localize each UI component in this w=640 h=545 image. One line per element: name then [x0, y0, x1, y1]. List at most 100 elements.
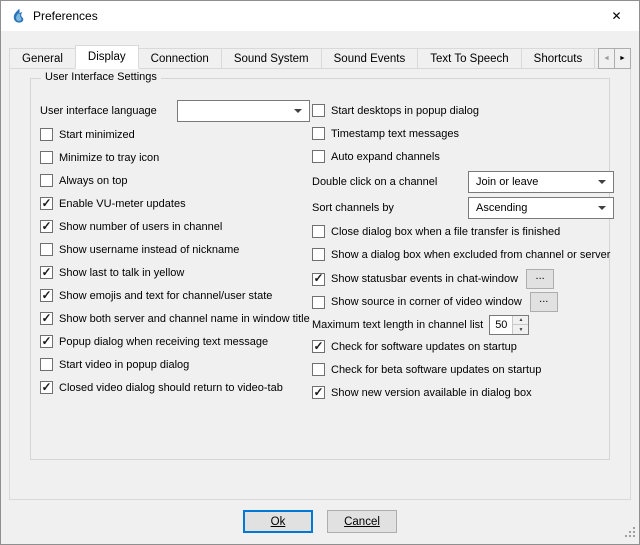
checkbox[interactable]	[40, 151, 53, 164]
sort-channels-row: Sort channels by Ascending	[312, 197, 614, 219]
checkbox-label: Show last to talk in yellow	[59, 267, 184, 279]
arrow-right-icon: ►	[619, 55, 626, 62]
tab-label: Sound Events	[334, 53, 406, 65]
checkbox-label: Close dialog box when a file transfer is…	[331, 226, 560, 238]
checkbox[interactable]	[40, 220, 53, 233]
footer: Ok Cancel	[1, 510, 639, 533]
checkbox[interactable]	[40, 289, 53, 302]
checkbox-label: Always on top	[59, 175, 127, 187]
checkbox-label: Show emojis and text for channel/user st…	[59, 290, 272, 302]
setting-row: Timestamp text messages	[312, 125, 614, 142]
checkbox-label: Show new version available in dialog box	[331, 387, 532, 399]
ok-button-label: Ok	[271, 516, 286, 528]
checkbox[interactable]	[312, 248, 325, 261]
sort-channels-value: Ascending	[476, 202, 590, 214]
close-button[interactable]: ✕	[594, 1, 639, 31]
setting-row: Start desktops in popup dialog	[312, 102, 614, 119]
checkbox[interactable]	[312, 127, 325, 140]
setting-row: Always on top	[40, 172, 310, 189]
setting-row: Close dialog box when a file transfer is…	[312, 223, 614, 240]
checkbox[interactable]	[40, 381, 53, 394]
cancel-button-label: Cancel	[344, 516, 380, 528]
checkbox[interactable]	[312, 340, 325, 353]
user-interface-settings-group: User Interface Settings User interface l…	[30, 78, 610, 460]
tab-sound-system[interactable]: Sound System	[221, 48, 322, 69]
checkbox[interactable]	[312, 104, 325, 117]
spinner-up-icon[interactable]: ▲	[513, 316, 528, 325]
max-text-length-spinner[interactable]: 50 ▲ ▼	[489, 315, 529, 335]
setting-row: Check for beta software updates on start…	[312, 361, 614, 378]
spinner-down-icon[interactable]: ▼	[513, 325, 528, 334]
cancel-button[interactable]: Cancel	[327, 510, 397, 533]
chevron-down-icon	[294, 109, 302, 113]
app-icon	[10, 8, 26, 24]
max-text-length-label: Maximum text length in channel list	[312, 319, 483, 331]
setting-row: Closed video dialog should return to vid…	[40, 379, 310, 396]
double-click-row: Double click on a channel Join or leave	[312, 171, 614, 193]
max-text-length-row: Maximum text length in channel list 50 ▲…	[312, 315, 614, 335]
tab-label: General	[22, 53, 63, 65]
tab-general[interactable]: General	[9, 48, 76, 69]
checkbox[interactable]	[40, 243, 53, 256]
checkbox[interactable]	[312, 386, 325, 399]
language-row: User interface language	[40, 100, 310, 122]
tab-text-to-speech[interactable]: Text To Speech	[417, 48, 521, 69]
setting-row: Show emojis and text for channel/user st…	[40, 287, 310, 304]
checkbox[interactable]	[312, 150, 325, 163]
ok-button[interactable]: Ok	[243, 510, 313, 533]
chevron-down-icon	[598, 180, 606, 184]
statusbar-events-more-button[interactable]: ...	[526, 269, 554, 289]
checkbox-label: Start desktops in popup dialog	[331, 105, 479, 117]
checkbox-label: Timestamp text messages	[331, 128, 459, 140]
checkbox[interactable]	[40, 266, 53, 279]
checkbox[interactable]	[312, 273, 325, 286]
video-source-more-button[interactable]: ...	[530, 292, 558, 312]
checkbox-label: Check for beta software updates on start…	[331, 364, 541, 376]
checkbox-label: Minimize to tray icon	[59, 152, 159, 164]
checkbox[interactable]	[312, 225, 325, 238]
max-text-length-value: 50	[490, 316, 512, 334]
titlebar: Preferences ✕	[1, 1, 639, 31]
setting-row: Show username instead of nickname	[40, 241, 310, 258]
tab-display[interactable]: Display	[75, 45, 139, 69]
language-select[interactable]	[177, 100, 310, 122]
setting-row: Show new version available in dialog box	[312, 384, 614, 401]
double-click-select[interactable]: Join or leave	[468, 171, 614, 193]
setting-row: Start minimized	[40, 126, 310, 143]
tab-label: Connection	[151, 53, 209, 65]
setting-row: Check for software updates on startup	[312, 338, 614, 355]
tab-label: Shortcuts	[534, 53, 583, 65]
setting-row: Show a dialog box when excluded from cha…	[312, 246, 614, 263]
checkbox[interactable]	[40, 358, 53, 371]
checkbox[interactable]	[40, 197, 53, 210]
group-title: User Interface Settings	[41, 71, 161, 83]
checkbox[interactable]	[40, 335, 53, 348]
sort-channels-label: Sort channels by	[312, 202, 394, 214]
window-title: Preferences	[33, 9, 98, 23]
ellipsis-icon: ...	[539, 294, 548, 305]
spinner-buttons: ▲ ▼	[512, 316, 528, 334]
arrow-left-icon: ◄	[603, 55, 610, 62]
checkbox[interactable]	[40, 174, 53, 187]
sort-channels-select[interactable]: Ascending	[468, 197, 614, 219]
tab-scroll-left-button[interactable]: ◄	[598, 48, 615, 69]
checkbox[interactable]	[312, 296, 325, 309]
checkbox[interactable]	[312, 363, 325, 376]
resize-grip-icon[interactable]	[624, 526, 636, 541]
setting-row: Show both server and channel name in win…	[40, 310, 310, 327]
checkbox-label: Auto expand channels	[331, 151, 440, 163]
tab-connection[interactable]: Connection	[138, 48, 222, 69]
checkbox[interactable]	[40, 312, 53, 325]
statusbar-events-row: Show statusbar events in chat-window ...	[312, 269, 614, 289]
language-label: User interface language	[40, 105, 177, 117]
checkbox-label: Show username instead of nickname	[59, 244, 239, 256]
setting-row: Minimize to tray icon	[40, 149, 310, 166]
tab-shortcuts[interactable]: Shortcuts	[521, 48, 596, 69]
setting-row: Enable VU-meter updates	[40, 195, 310, 212]
tab-scroll-right-button[interactable]: ►	[614, 48, 631, 69]
checkbox[interactable]	[40, 128, 53, 141]
tab-sound-events[interactable]: Sound Events	[321, 48, 419, 69]
checkbox-label: Start video in popup dialog	[59, 359, 189, 371]
checkbox-label: Check for software updates on startup	[331, 341, 517, 353]
preferences-window: Preferences ✕ General Display Connection…	[0, 0, 640, 545]
